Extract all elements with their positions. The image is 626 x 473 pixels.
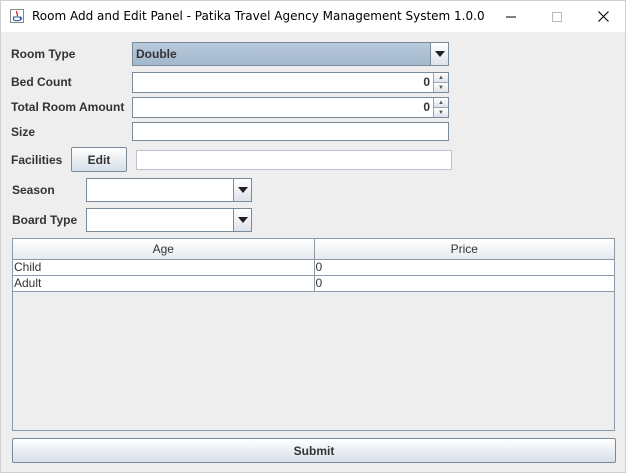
title-bar: Room Add and Edit Panel - Patika Travel … xyxy=(1,1,625,32)
bed-count-increment[interactable]: ▲ xyxy=(434,73,448,82)
table-cell-age[interactable]: Adult xyxy=(13,275,315,292)
facilities-input[interactable] xyxy=(136,150,452,170)
arrow-up-icon: ▲ xyxy=(438,74,444,81)
room-panel-window: Room Add and Edit Panel - Patika Travel … xyxy=(0,0,626,473)
season-combo[interactable] xyxy=(86,178,252,202)
chevron-down-icon xyxy=(237,187,248,193)
window-title: Room Add and Edit Panel - Patika Travel … xyxy=(32,9,485,23)
price-table-scrollpane[interactable]: Age Price Child 0 Adult 0 xyxy=(12,238,615,431)
bed-count-value: 0 xyxy=(423,75,430,89)
arrow-up-icon: ▲ xyxy=(438,99,444,106)
close-icon xyxy=(597,11,609,22)
close-button[interactable] xyxy=(580,1,626,32)
total-room-amount-decrement[interactable]: ▼ xyxy=(434,107,448,117)
table-cell-price[interactable]: 0 xyxy=(314,275,614,292)
table-cell-price[interactable]: 0 xyxy=(314,259,614,276)
board-type-label: Board Type xyxy=(12,213,78,227)
minimize-button[interactable] xyxy=(488,1,534,32)
room-type-combo[interactable]: Double xyxy=(132,42,449,66)
board-type-dropdown-button[interactable] xyxy=(233,209,251,231)
arrow-down-icon: ▼ xyxy=(438,109,444,116)
chevron-down-icon xyxy=(434,51,445,57)
board-type-combo[interactable] xyxy=(86,208,252,232)
java-app-icon xyxy=(10,9,24,23)
column-header-age[interactable]: Age xyxy=(13,239,315,260)
room-type-value: Double xyxy=(136,47,177,61)
table-row[interactable]: Adult 0 xyxy=(13,275,614,292)
table-cell-age[interactable]: Child xyxy=(13,259,315,276)
total-room-amount-increment[interactable]: ▲ xyxy=(434,98,448,107)
size-label: Size xyxy=(11,125,36,139)
submit-button[interactable]: Submit xyxy=(12,438,616,463)
bed-count-decrement[interactable]: ▼ xyxy=(434,82,448,92)
season-dropdown-button[interactable] xyxy=(233,179,251,201)
table-row[interactable]: Child 0 xyxy=(13,259,614,276)
facilities-edit-button[interactable]: Edit xyxy=(71,147,127,172)
bed-count-spinner[interactable]: 0 ▲ ▼ xyxy=(132,72,449,93)
bed-count-label: Bed Count xyxy=(11,75,72,89)
maximize-icon xyxy=(552,11,562,22)
facilities-label: Facilities xyxy=(11,153,63,167)
chevron-down-icon xyxy=(237,217,248,223)
arrow-down-icon: ▼ xyxy=(438,84,444,91)
total-room-amount-spin-buttons: ▲ ▼ xyxy=(433,98,448,117)
minimize-icon xyxy=(506,16,516,17)
price-table: Age Price Child 0 Adult 0 xyxy=(13,239,614,292)
room-type-dropdown-button[interactable] xyxy=(430,43,448,65)
maximize-button[interactable] xyxy=(534,1,580,32)
total-room-amount-value: 0 xyxy=(423,100,430,114)
bed-count-spin-buttons: ▲ ▼ xyxy=(433,73,448,92)
size-input[interactable] xyxy=(132,122,449,141)
season-label: Season xyxy=(12,183,55,197)
room-type-label: Room Type xyxy=(11,47,76,61)
total-room-amount-spinner[interactable]: 0 ▲ ▼ xyxy=(132,97,449,118)
total-room-amount-label: Total Room Amount xyxy=(11,100,125,114)
table-header-row: Age Price xyxy=(13,239,614,260)
column-header-price[interactable]: Price xyxy=(314,239,614,260)
